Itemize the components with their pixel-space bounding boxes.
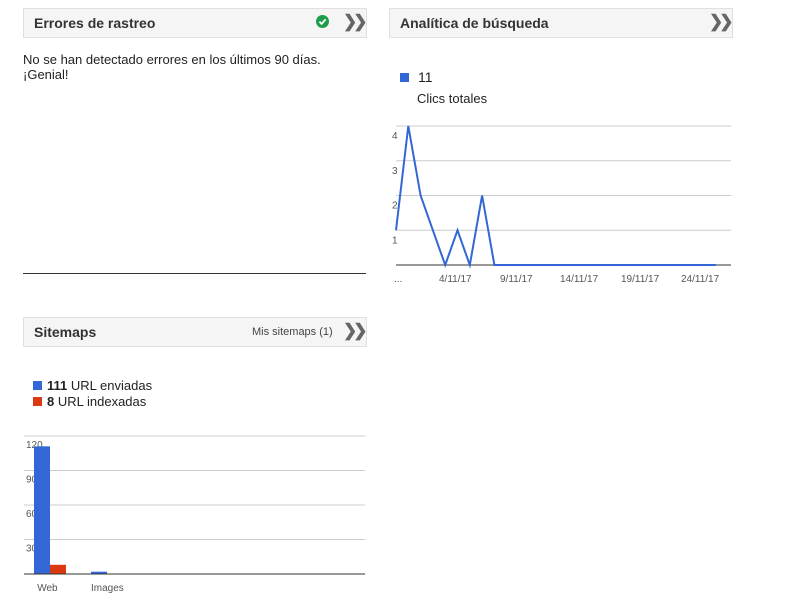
submitted-swatch (33, 381, 42, 390)
y-tick-label: 1 (392, 235, 398, 246)
y-tick-label: 4 (392, 131, 398, 142)
indexed-swatch (33, 397, 42, 406)
search-analytics-header: Analítica de búsqueda ❯❯ (389, 8, 733, 38)
bar (34, 446, 50, 574)
bar (50, 564, 66, 574)
x-tick-label: ... (394, 274, 402, 285)
double-chevron-right-icon[interactable]: ❯❯ (343, 321, 367, 341)
crawl-errors-message: No se han detectado errores en los últim… (23, 52, 321, 67)
sitemaps-bar-chart: 306090120Web Images (24, 435, 365, 594)
clicks-total-value: 11 (418, 69, 433, 85)
x-tick-label: 19/11/17 (621, 274, 660, 285)
y-tick-label: 3 (392, 166, 398, 177)
x-tick-label: 4/11/17 (439, 274, 472, 285)
crawl-errors-header: Errores de rastreo ❯❯ (23, 8, 367, 38)
x-category-label: Images (91, 583, 124, 594)
clicks-legend: 11 (400, 69, 433, 85)
submitted-value: 111 (47, 378, 68, 393)
x-tick-label: 24/11/17 (681, 274, 720, 285)
my-sitemaps-link[interactable]: Mis sitemaps (1) (252, 326, 333, 338)
crawl-errors-divider (23, 273, 366, 274)
sitemaps-header: Sitemaps Mis sitemaps (1) ❯❯ (23, 317, 367, 347)
y-tick-label: 2 (392, 201, 398, 212)
crawl-errors-title: Errores de rastreo (34, 15, 156, 31)
x-tick-label: 9/11/17 (500, 274, 533, 285)
double-chevron-right-icon[interactable]: ❯❯ (343, 12, 367, 32)
clicks-line-chart: 1 2 3 4... 4/11/17 9/11/17 14/11/17 19/11/17 24/… (392, 125, 731, 285)
submitted-label: URL enviadas (70, 378, 153, 393)
crawl-errors-great: ¡Genial! (23, 67, 69, 82)
double-chevron-right-icon[interactable]: ❯❯ (709, 12, 733, 32)
clicks-swatch (400, 72, 409, 82)
check-circle-icon (316, 15, 329, 28)
x-category-label: Web (37, 583, 58, 594)
indexed-label: URL indexadas (57, 394, 147, 409)
search-analytics-title: Analítica de búsqueda (400, 15, 549, 31)
sitemaps-title: Sitemaps (34, 324, 97, 340)
clicks-legend-label: Clics totales (417, 91, 488, 106)
submitted-legend: 111 URL enviadas (33, 378, 152, 393)
indexed-value: 8 (47, 394, 55, 409)
indexed-legend: 8 URL indexadas (33, 394, 146, 409)
x-tick-label: 14/11/17 (560, 274, 599, 285)
